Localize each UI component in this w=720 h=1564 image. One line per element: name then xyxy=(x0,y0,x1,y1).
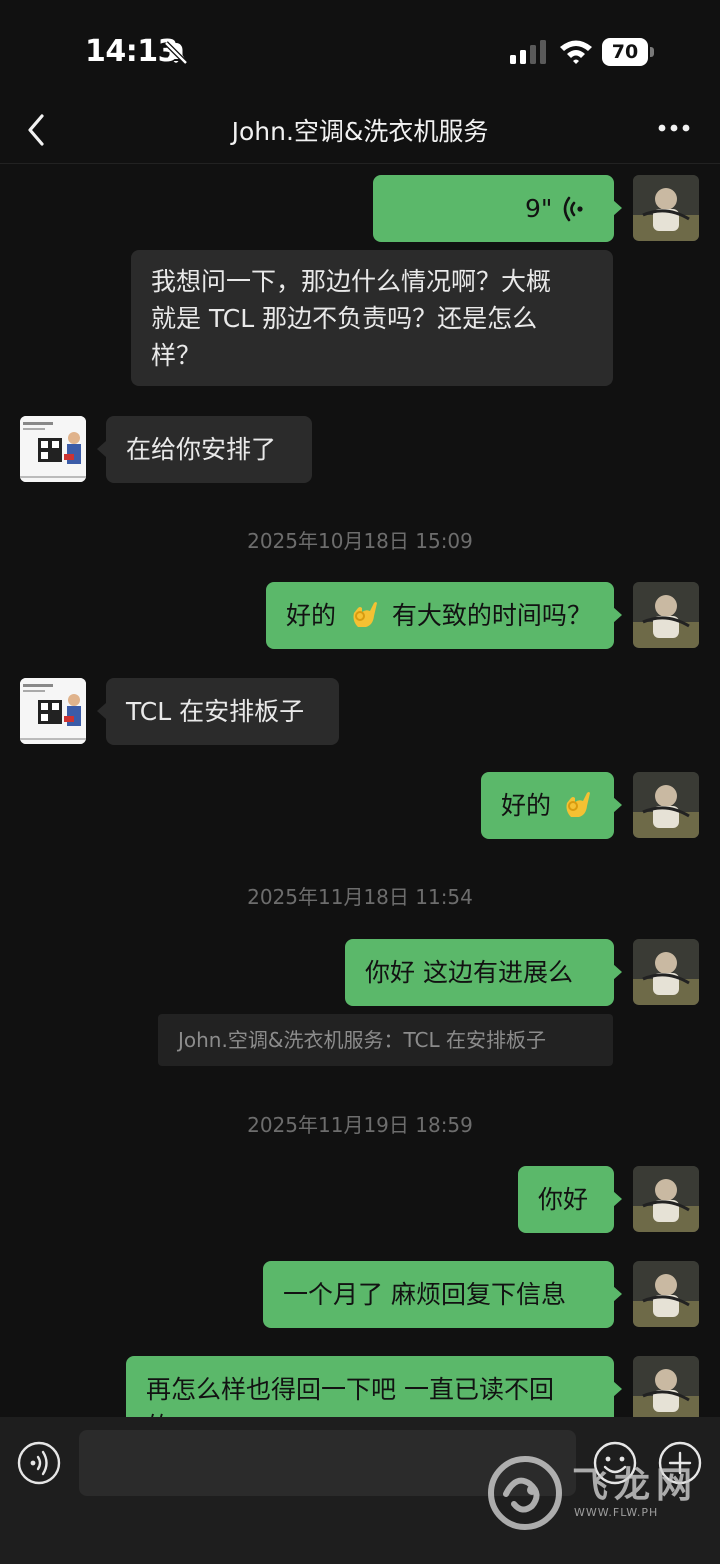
chat-header: John.空调&洗衣机服务 xyxy=(0,100,720,164)
wifi-icon xyxy=(560,40,592,64)
my-avatar[interactable] xyxy=(633,772,699,838)
timestamp: 2025年11月19日 18:59 xyxy=(247,1113,473,1137)
contact-avatar[interactable] xyxy=(20,416,86,482)
message-text-2: 有大致的时间吗？ xyxy=(391,601,592,630)
cellular-signal-icon xyxy=(510,40,546,64)
voice-message-bubble[interactable]: 9" xyxy=(373,175,614,242)
message-text: 好的 xyxy=(286,601,337,630)
voice-wave-icon xyxy=(563,196,583,222)
message-list[interactable]: 9" 我想问一下，那边什么情况啊？大概 就是 TCL 那边不负责吗？还是怎么 样… xyxy=(0,164,720,1417)
message-bubble[interactable]: 你好 这边有进展么 xyxy=(345,939,614,1006)
my-avatar[interactable] xyxy=(633,582,699,648)
message-text: 你好 xyxy=(538,1185,589,1214)
ok-hand-emoji-icon xyxy=(353,602,377,627)
voice-transcription: 我想问一下，那边什么情况啊？大概 就是 TCL 那边不负责吗？还是怎么 样？ xyxy=(131,250,613,386)
message-bubble[interactable]: 再怎么样也得回一下吧 一直已读不回 的 xyxy=(126,1356,614,1417)
my-avatar[interactable] xyxy=(633,1166,699,1232)
message-bubble[interactable]: 在给你安排了 xyxy=(106,416,312,483)
more-options-icon[interactable] xyxy=(650,114,698,144)
timestamp: 2025年11月18日 11:54 xyxy=(247,885,473,909)
battery-percent: 70 xyxy=(611,41,639,63)
chat-title: John.空调&洗衣机服务 xyxy=(231,117,489,146)
battery-indicator: 70 xyxy=(602,38,654,66)
message-text: TCL 在安排板子 xyxy=(126,697,305,726)
transcription-line-2: 就是 TCL 那边不负责吗？还是怎么 xyxy=(151,304,538,333)
message-text-2: 的 xyxy=(146,1408,594,1417)
message-bubble[interactable]: 好的 有大致的时间吗？ xyxy=(266,582,614,649)
message-bubble[interactable]: 你好 xyxy=(518,1166,614,1233)
ok-hand-emoji-icon xyxy=(566,792,590,817)
status-bar: 14:13 70 xyxy=(0,0,720,100)
transcription-line-3: 样？ xyxy=(151,341,202,370)
voice-input-icon[interactable] xyxy=(17,1441,61,1485)
my-avatar[interactable] xyxy=(633,939,699,1005)
my-avatar[interactable] xyxy=(633,175,699,241)
back-chevron-icon[interactable] xyxy=(22,112,52,148)
my-avatar[interactable] xyxy=(633,1356,699,1417)
timestamp: 2025年10月18日 15:09 xyxy=(247,529,473,553)
message-bubble[interactable]: TCL 在安排板子 xyxy=(106,678,339,745)
quoted-reply[interactable]: John.空调&洗衣机服务：TCL 在安排板子 xyxy=(158,1014,613,1066)
dragon-logo-icon xyxy=(488,1456,562,1530)
watermark-url: WWW.FLW.PH xyxy=(574,1506,659,1519)
voice-duration: 9" xyxy=(525,194,553,223)
message-bubble[interactable]: 好的 xyxy=(481,772,614,839)
my-avatar[interactable] xyxy=(633,1261,699,1327)
message-text: 你好 这边有进展么 xyxy=(365,958,573,987)
contact-avatar[interactable] xyxy=(20,678,86,744)
message-bubble[interactable]: 一个月了 麻烦回复下信息 xyxy=(263,1261,614,1328)
message-text: 好的 xyxy=(501,791,552,820)
watermark: 飞龙网 WWW.FLW.PH xyxy=(486,1450,706,1535)
watermark-text: 飞龙网 xyxy=(572,1465,699,1506)
message-text: 再怎么样也得回一下吧 一直已读不回 xyxy=(146,1375,554,1404)
bell-muted-icon xyxy=(164,41,188,65)
transcription-line-1: 我想问一下，那边什么情况啊？大概 xyxy=(151,267,552,296)
message-text: 一个月了 麻烦回复下信息 xyxy=(283,1280,566,1309)
message-text: 在给你安排了 xyxy=(126,435,277,464)
